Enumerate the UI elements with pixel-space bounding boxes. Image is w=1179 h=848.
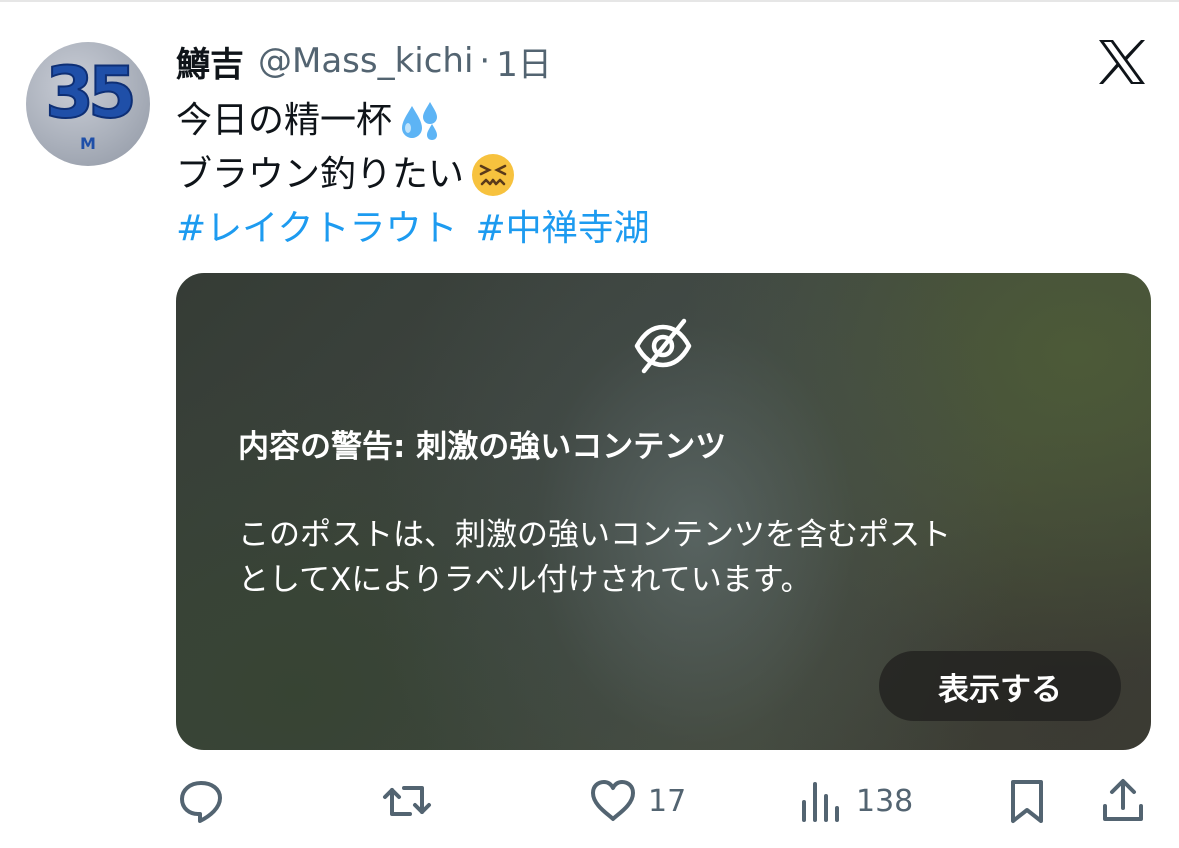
warning-body-line-1: このポストは、刺激の強いコンテンツを含むポスト — [238, 517, 951, 553]
top-divider — [0, 0, 1179, 2]
post-line-1: 今日の精一杯 — [176, 94, 668, 148]
repost-icon — [383, 786, 431, 816]
x-logo-icon — [1099, 40, 1145, 84]
avatar[interactable]: 35 M — [26, 42, 150, 166]
sensitive-media-card[interactable]: 内容の警告: 刺激の強いコンテンツ このポストは、刺激の強いコンテンツを含むポス… — [176, 273, 1151, 750]
views-count: 138 — [856, 783, 914, 819]
hashtag-link[interactable]: #中禅寺湖 — [475, 202, 649, 256]
bookmark-button[interactable] — [1002, 770, 1052, 832]
hashtag-list: #レイクトラウト #中禅寺湖 — [176, 202, 668, 256]
warning-body-line-2: としてXによりラベル付けされています。 — [238, 562, 812, 598]
views-button[interactable]: 138 — [796, 770, 913, 832]
warning-title: 内容の警告: 刺激の強いコンテンツ — [238, 429, 727, 465]
post-text-line-1: 今日の精一杯 — [176, 100, 393, 141]
post-header: 鱒吉 @Mass_kichi · 1日 — [176, 37, 552, 86]
sweat-droplets-icon — [402, 102, 438, 140]
like-count: 17 — [648, 783, 687, 819]
repost-button[interactable] — [382, 770, 432, 832]
eye-slash-icon — [634, 318, 692, 374]
post-line-2: ブラウン釣りたい — [176, 148, 668, 202]
display-name[interactable]: 鱒吉 — [176, 37, 244, 86]
post-text-line-2: ブラウン釣りたい — [176, 154, 465, 195]
confounded-face-icon — [472, 154, 515, 196]
bookmark-icon — [1011, 780, 1043, 823]
avatar-number: 35 — [44, 51, 137, 135]
action-bar: 17 138 — [176, 770, 1151, 832]
like-button[interactable]: 17 — [588, 770, 686, 832]
show-content-button[interactable]: 表示する — [879, 651, 1121, 721]
heart-icon — [591, 780, 635, 821]
separator-dot: · — [479, 41, 491, 81]
warning-body: このポストは、刺激の強いコンテンツを含むポスト としてXによりラベル付けされてい… — [238, 513, 1118, 603]
post-text: 今日の精一杯 ブラウン釣りたい #レイクトラウト #中禅寺湖 — [176, 94, 668, 256]
views-icon — [802, 782, 839, 822]
user-handle[interactable]: @Mass_kichi — [258, 41, 473, 81]
avatar-letter: M — [80, 134, 96, 153]
share-icon — [1103, 779, 1143, 821]
reply-button[interactable] — [176, 770, 226, 832]
reply-icon — [180, 781, 222, 823]
post-time[interactable]: 1日 — [496, 37, 552, 86]
share-button[interactable] — [1098, 770, 1148, 832]
hashtag-link[interactable]: #レイクトラウト — [176, 202, 457, 256]
